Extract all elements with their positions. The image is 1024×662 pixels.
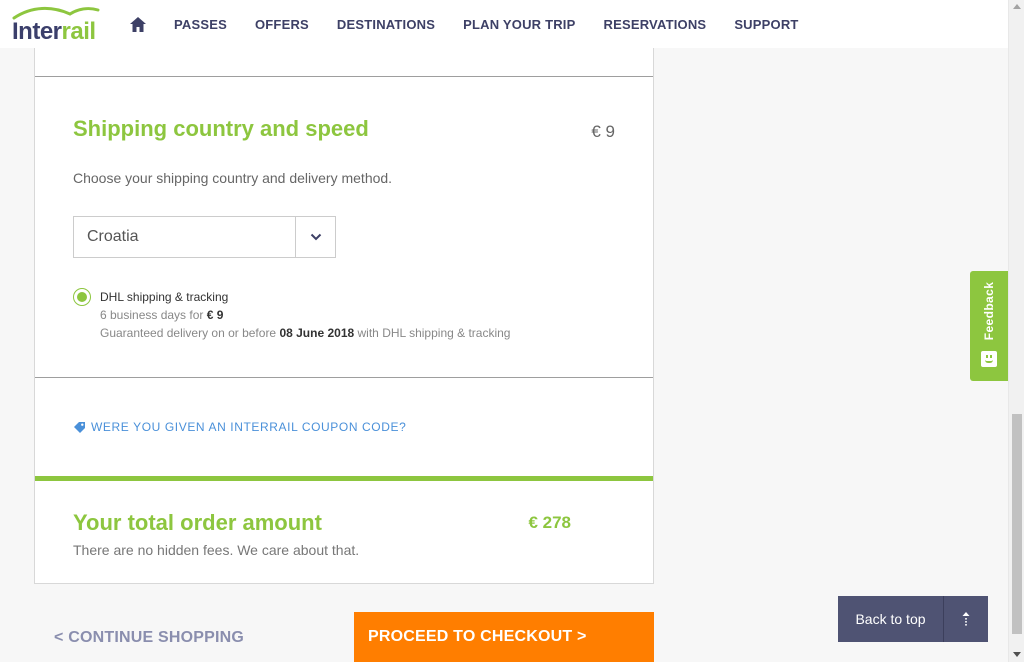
shipping-price: € 9: [591, 122, 615, 141]
section-divider: [35, 377, 653, 378]
guarantee-suffix: with DHL shipping & tracking: [357, 326, 511, 340]
days-prefix: 6 business days for: [100, 308, 204, 322]
coupon-label: WERE YOU GIVEN AN INTERRAIL COUPON CODE?: [91, 420, 407, 434]
home-icon[interactable]: [130, 15, 148, 33]
nav-item-reservations[interactable]: RESERVATIONS: [604, 17, 707, 32]
guarantee-prefix: Guaranteed delivery on or before: [100, 326, 277, 340]
site-header: Interrail PASSES OFFERS DESTINATIONS PLA…: [0, 0, 1008, 48]
nav-item-passes[interactable]: PASSES: [174, 17, 227, 32]
shipping-description: Choose your shipping country and deliver…: [73, 170, 393, 186]
shipping-option-guarantee: Guaranteed delivery on or before 08 June…: [100, 326, 510, 340]
total-title: Your total order amount: [73, 510, 322, 535]
total-price: € 278: [528, 513, 571, 532]
logo-wordmark: Interrail: [12, 18, 96, 46]
smiley-icon: [981, 351, 997, 367]
page-scrollbar[interactable]: [1008, 0, 1024, 662]
shipping-country-select[interactable]: Croatia: [73, 216, 336, 258]
shipping-option-title: DHL shipping & tracking: [100, 290, 229, 304]
feedback-tab[interactable]: Feedback: [970, 271, 1008, 381]
radio-selected-dot: [77, 292, 87, 302]
total-description: There are no hidden fees. We care about …: [73, 542, 360, 558]
back-to-top-button[interactable]: Back to top: [838, 596, 988, 642]
shipping-country-value: Croatia: [87, 228, 139, 245]
scroll-up-arrow-icon[interactable]: [1013, 4, 1021, 9]
order-summary-card: Shipping country and speed € 9 Choose yo…: [34, 40, 654, 584]
section-divider: [35, 76, 653, 77]
nav-item-support[interactable]: SUPPORT: [734, 17, 798, 32]
logo-text-inter: Inter: [12, 18, 62, 45]
total-accent-bar: [35, 476, 653, 481]
scrollbar-thumb[interactable]: [1012, 414, 1022, 634]
coupon-code-link[interactable]: WERE YOU GIVEN AN INTERRAIL COUPON CODE?: [73, 420, 406, 434]
main-nav: PASSES OFFERS DESTINATIONS PLAN YOUR TRI…: [130, 0, 827, 48]
nav-item-offers[interactable]: OFFERS: [255, 17, 309, 32]
proceed-to-checkout-button[interactable]: PROCEED TO CHECKOUT >: [354, 612, 654, 662]
interrail-logo[interactable]: Interrail: [12, 4, 102, 46]
chevron-down-icon[interactable]: [295, 217, 335, 257]
back-to-top-label: Back to top: [855, 611, 926, 627]
nav-item-plan-your-trip[interactable]: PLAN YOUR TRIP: [463, 17, 575, 32]
feedback-label: Feedback: [982, 281, 996, 341]
nav-item-destinations[interactable]: DESTINATIONS: [337, 17, 435, 32]
tag-icon: [74, 421, 85, 433]
dhl-shipping-radio[interactable]: [73, 288, 91, 306]
continue-shopping-link[interactable]: < CONTINUE SHOPPING: [54, 629, 244, 647]
logo-text-rail: rail: [61, 18, 97, 45]
scroll-down-arrow-icon[interactable]: [1013, 652, 1021, 657]
guarantee-date: 08 June 2018: [279, 326, 355, 340]
shipping-title: Shipping country and speed: [73, 116, 369, 141]
days-price: € 9: [206, 308, 224, 322]
shipping-option-days: 6 business days for € 9: [100, 308, 223, 322]
arrow-up-icon: [943, 596, 988, 642]
